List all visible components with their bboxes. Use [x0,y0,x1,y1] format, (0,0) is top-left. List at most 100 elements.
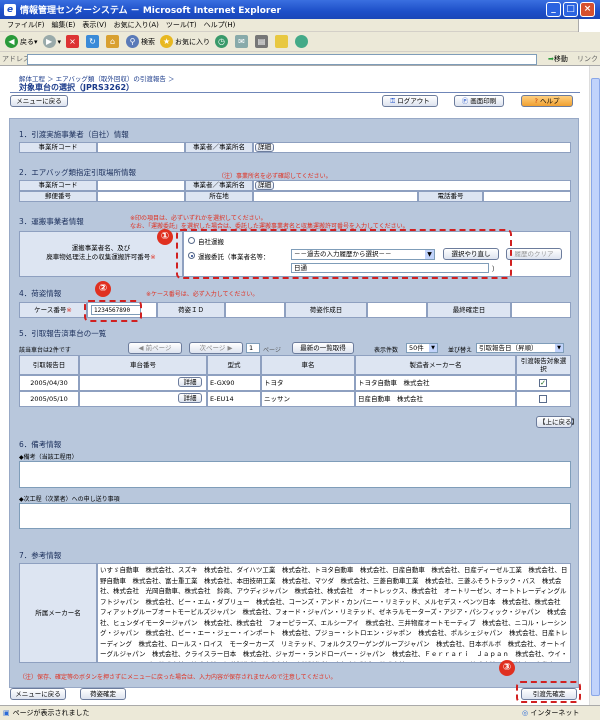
menu-file[interactable]: ファイル(F) [7,20,45,30]
stop-button[interactable]: × [66,35,81,48]
table-row-1-maker: トヨタ自動車 株式会社 [355,375,516,391]
section-3-heading: 3．運搬事業者情報 [19,217,84,226]
row-1-detail-button[interactable]: 詳細 [178,377,202,387]
result-count: 該当車台は2件です [19,347,71,354]
back-arrow-icon: ◀ [5,35,18,48]
refresh-list-button[interactable]: 最新の一覧取得 [292,342,354,354]
messenger-button[interactable] [295,35,310,48]
minimize-button[interactable]: _ [546,2,561,17]
menu-favorites[interactable]: お気に入り(A) [114,20,159,30]
table-row-2-maker: 日産自動車 株式会社 [355,391,516,407]
page-number-input[interactable]: 1 [246,343,260,353]
mail-button[interactable]: ✉ [235,35,250,48]
section-1-heading: 1．引渡実施事業者（自社）情報 [19,130,129,139]
page-content: 解体工程 ＞ エアバッグ類（取外回収）の引渡報告 ＞ 対象車台の選択（JPRS3… [0,66,589,705]
help-button[interactable]: ? ヘルプ [521,95,573,107]
row-1-checkbox[interactable]: ✓ [539,379,547,387]
s4-case-label: ケース番号※ [19,302,87,318]
maximize-button[interactable]: □ [563,2,578,17]
s1-detail-button[interactable]: 詳細 [255,143,274,152]
per-page-label: 表示件数 [374,347,399,354]
s2-zip-label: 郵便番号 [19,191,97,202]
prev-icon: ◀ [138,344,146,352]
mail-icon: ✉ [235,35,249,48]
chevron-down-icon: ▼ [555,344,563,352]
messenger-icon [295,35,309,48]
next-icon: ▶ [225,344,233,352]
callout-1-highlight [176,229,512,279]
home-icon: ⌂ [106,35,120,48]
status-text: ページが表示されました [12,709,90,717]
callout-2-badge: ② [95,281,111,297]
key-icon: ⚿ [390,97,396,105]
links-button[interactable]: リンク [577,54,598,64]
search-button[interactable]: ⚲ 検索 [126,35,155,48]
s4-note: ※ケース番号は、必ず入力してください。 [146,291,259,298]
menu-back-button-bottom[interactable]: メニューに戻る [10,688,66,700]
s1-code-label: 事業所コード [19,142,97,153]
menu-back-button-top[interactable]: メニューに戻る [10,95,68,107]
forward-arrow-icon: ▶ [42,35,56,48]
favorites-button[interactable]: ★ お気に入り [160,35,210,48]
history-button[interactable]: ◷ [215,35,230,48]
printer-icon: ▤ [255,35,269,48]
menu-edit[interactable]: 編集(E) [52,20,76,30]
back-button[interactable]: ◀ 戻る ▾ [5,35,38,48]
section-5-heading: 5．引取報告済車台の一覧 [19,329,107,338]
folder-icon [275,35,289,48]
s2-name-value: 詳細 [253,180,571,191]
row-2-checkbox[interactable] [539,395,547,403]
s2-detail-button[interactable]: 詳細 [255,181,274,190]
back-to-top-button[interactable]: 【上に戻る】 [536,416,578,428]
col-model: 型式 [207,355,261,375]
table-row-1-name: トヨタ [261,375,355,391]
section-6-heading: 6．備考情報 [19,440,62,449]
col-maker: 製造者メーカー名 [355,355,516,375]
s4-packid-label: 荷姿ＩＤ [157,302,225,318]
s2-addr-value [253,191,418,202]
section-4-heading: 4．荷姿情報 [19,289,62,298]
menu-help[interactable]: ヘルプ(H) [204,20,236,30]
vertical-scrollbar[interactable] [589,66,600,705]
callout-1-badge: ① [157,229,173,245]
prev-page-button[interactable]: ◀ 前ページ [128,342,182,354]
row-2-detail-button[interactable]: 詳細 [178,393,202,403]
menu-view[interactable]: 表示(V) [82,20,106,30]
table-row-2-name: ニッサン [261,391,355,407]
menu-tools[interactable]: ツール(T) [166,20,197,30]
menu-bar: ファイル(F) 編集(E) 表示(V) お気に入り(A) ツール(T) ヘルプ(… [0,19,600,32]
col-select: 引渡報告対象選択 [516,355,571,375]
callout-3-badge: ③ [499,660,515,676]
close-button[interactable]: × [580,2,595,17]
folder-button[interactable] [275,35,290,48]
pack-confirm-button[interactable]: 荷姿確定 [80,688,126,700]
callout-2-highlight [84,300,142,322]
scrollbar-thumb[interactable] [591,78,600,696]
print-screen-button[interactable]: Ⓟ 画面印刷 [454,95,504,107]
chevron-down-icon: ▼ [429,344,437,352]
s4-confirmed-value [511,302,571,318]
status-bar: ▣ ページが表示されました ◎ インターネット [0,705,600,720]
sort-select[interactable]: 引取報告日（昇順） ▼ [476,343,564,353]
per-page-select[interactable]: 50件 ▼ [406,343,438,353]
go-button[interactable]: ➡移動 [548,54,568,64]
windows-flag-icon [578,19,600,32]
s1-code-value [97,142,185,153]
section-2-heading: 2．エアバッグ類指定引取場所情報 [19,168,136,177]
ie-logo-icon: e [4,3,16,16]
logout-button[interactable]: ⚿ ログアウト [382,95,438,107]
home-button[interactable]: ⌂ [106,35,121,48]
handover-textarea[interactable] [19,503,571,529]
page-icon: ▣ [3,709,10,717]
memo-textarea[interactable] [19,461,571,488]
refresh-button[interactable]: ↻ [86,35,101,48]
s4-created-value [367,302,427,318]
print-button[interactable]: ▤ [255,35,270,48]
s2-zip-value [97,191,185,202]
s2-note: （注）事業所名を必ず確認してください。 [218,173,332,180]
s2-tel-value [483,191,571,202]
clear-history-button[interactable]: 履歴のクリア [506,248,562,260]
address-input[interactable] [27,54,537,65]
forward-button[interactable]: ▶ ▾ [42,35,61,48]
next-page-button[interactable]: 次ページ ▶ [189,342,243,354]
